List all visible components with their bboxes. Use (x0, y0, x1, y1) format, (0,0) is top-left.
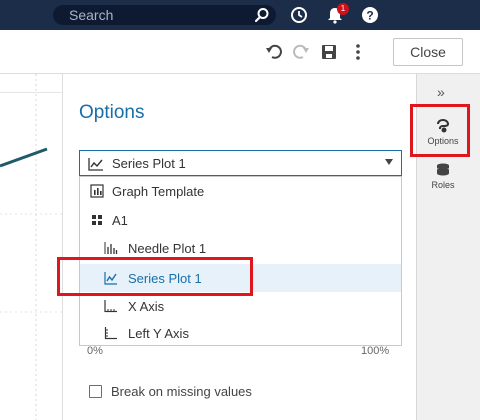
roles-icon (437, 163, 449, 176)
graph-template-icon (90, 184, 104, 198)
menu-item-label: Needle Plot 1 (128, 241, 207, 256)
collapse-panel-icon[interactable]: » (437, 84, 445, 100)
graph-preview (0, 74, 63, 420)
search-icon[interactable] (254, 7, 270, 23)
series-plot-icon (88, 158, 103, 171)
help-icon[interactable]: ? (361, 6, 379, 24)
save-icon[interactable] (320, 43, 338, 61)
menu-item-graph-template[interactable]: Graph Template (80, 177, 401, 205)
more-icon[interactable] (349, 43, 367, 61)
redo-icon[interactable] (292, 43, 310, 61)
range-min-label: 0% (87, 345, 103, 357)
y-axis-icon (104, 327, 117, 340)
menu-item-label: Graph Template (112, 184, 205, 199)
svg-text:?: ? (366, 9, 373, 23)
range-max-label: 100% (361, 345, 390, 357)
menu-item-label: Left Y Axis (128, 326, 189, 341)
x-axis-icon (104, 300, 117, 313)
needle-plot-icon (104, 242, 118, 254)
dropdown-selected-value: Series Plot 1 (112, 156, 186, 171)
grid-icon (92, 215, 102, 225)
toolbar: Close (0, 30, 480, 74)
notification-badge: 1 (337, 3, 349, 15)
menu-item-x-axis[interactable]: X Axis (80, 292, 401, 320)
checkbox-label: Break on missing values (111, 384, 252, 399)
highlight-options-tab (410, 104, 470, 157)
menu-item-label: X Axis (128, 299, 165, 314)
menu-item-left-y-axis[interactable]: Left Y Axis (80, 319, 401, 347)
options-panel: Options Series Plot 1 Graph Template A1 … (64, 74, 416, 420)
roles-tab-button[interactable]: Roles (423, 158, 463, 198)
chevron-down-icon[interactable] (385, 159, 393, 165)
options-title: Options (79, 102, 145, 123)
undo-icon[interactable] (265, 43, 283, 61)
highlight-series-plot (57, 257, 253, 296)
close-button[interactable]: Close (393, 38, 463, 66)
series-line (0, 147, 48, 168)
search-box[interactable]: Search (53, 5, 276, 25)
menu-item-a1[interactable]: A1 (80, 206, 401, 234)
recent-icon[interactable] (290, 6, 308, 24)
menu-item-label: A1 (112, 213, 128, 228)
break-on-missing-checkbox[interactable] (89, 385, 102, 398)
app-header: Search 1 ? (0, 0, 480, 30)
search-input[interactable]: Search (69, 7, 113, 23)
graph-canvas (0, 74, 63, 420)
plot-select-dropdown[interactable]: Series Plot 1 (79, 150, 402, 176)
roles-tab-label: Roles (431, 180, 455, 190)
